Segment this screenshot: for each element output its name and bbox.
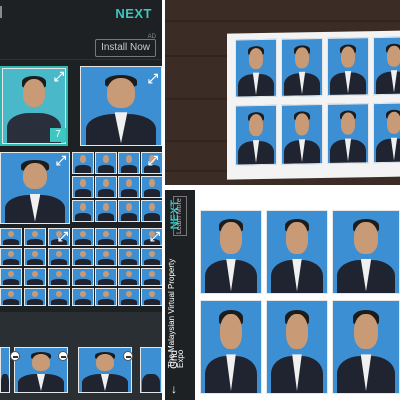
selected-photo[interactable] (0, 347, 10, 393)
collage-root: NEXT AD Install Now ⤢ 7 ⤢ ⤢ ⤢ ⤢ ⤢ NEXT L… (0, 0, 400, 400)
expand-icon[interactable]: ⤢ (54, 70, 64, 83)
passport-photo (200, 300, 262, 394)
passport-photo (332, 300, 400, 394)
rotated-toolbar: NEXT Learn More The Malaysian Virtual Pr… (165, 190, 195, 400)
printed-sheet-photo (165, 0, 400, 185)
expand-icon[interactable]: ⤢ (150, 230, 160, 243)
passport-photo (200, 210, 262, 294)
layout-tile[interactable]: ⤢ (72, 228, 162, 308)
selected-photos-strip (0, 343, 162, 400)
expand-icon[interactable]: ⤢ (148, 154, 158, 167)
layout-tile[interactable]: ⤢ (76, 66, 162, 146)
grid-label: Grid (169, 350, 180, 369)
selected-count-badge: 7 (50, 128, 66, 142)
top-bar: NEXT (0, 0, 162, 30)
passport-photo-grid (196, 204, 400, 400)
layout-tile[interactable]: ⤢ (0, 152, 70, 224)
passport-photo (332, 210, 400, 294)
layout-tile[interactable]: ⤢ (72, 152, 162, 224)
photo-paper (227, 30, 400, 180)
expand-icon[interactable]: ⤢ (58, 230, 68, 243)
layout-grid: ⤢ 7 ⤢ ⤢ ⤢ ⤢ ⤢ (0, 62, 162, 312)
next-button[interactable]: NEXT (115, 6, 152, 21)
expand-icon[interactable]: ⤢ (148, 72, 158, 85)
learn-more-button[interactable]: Learn More (173, 196, 187, 236)
layout-tile[interactable]: ⤢ (0, 228, 70, 308)
remove-icon[interactable] (123, 351, 133, 361)
arrow-down-icon[interactable]: ↓ (171, 383, 177, 395)
passport-photo (266, 210, 328, 294)
expand-icon[interactable]: ⤢ (56, 154, 66, 167)
photo-editor-screen: NEXT AD Install Now ⤢ 7 ⤢ ⤢ ⤢ ⤢ ⤢ (0, 0, 162, 400)
back-edge-icon[interactable] (0, 6, 4, 18)
passport-photo (266, 300, 328, 394)
layout-tile-selected[interactable]: ⤢ 7 (0, 66, 68, 146)
remove-icon[interactable] (58, 351, 68, 361)
install-now-button[interactable]: Install Now (95, 39, 156, 57)
remove-icon[interactable] (10, 351, 20, 361)
selected-photo[interactable] (140, 347, 162, 393)
grid-preview-screen: NEXT Learn More The Malaysian Virtual Pr… (165, 190, 400, 400)
